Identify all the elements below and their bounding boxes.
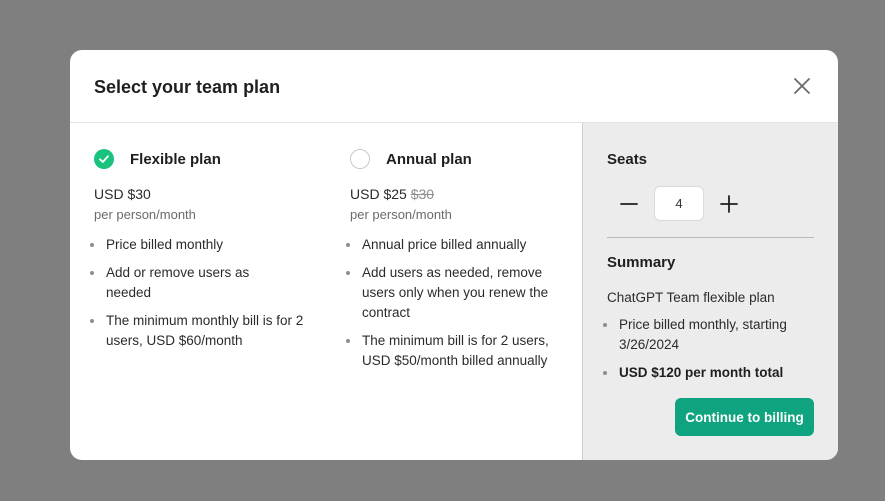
divider <box>607 237 814 238</box>
close-button[interactable] <box>790 74 814 98</box>
plan-feature-list: Price billed monthly Add or remove users… <box>90 235 314 359</box>
plan-options: Flexible plan USD $30 per person/month P… <box>70 123 582 460</box>
summary-total: USD $120 per month total <box>603 363 817 383</box>
feature-item: Add users as needed, remove users only w… <box>346 263 554 323</box>
seats-title: Seats <box>607 151 648 168</box>
feature-item: The minimum bill is for 2 users, USD $50… <box>346 331 560 371</box>
summary-list: Price billed monthly, starting 3/26/2024… <box>603 315 817 391</box>
plan-name: Annual plan <box>386 150 472 168</box>
plan-price-unit: per person/month <box>350 207 452 222</box>
feature-item: Add or remove users as needed <box>90 263 266 303</box>
plan-price-value: USD $25 <box>350 186 407 202</box>
flexible-plan-radio[interactable] <box>94 149 114 169</box>
annual-plan-radio[interactable] <box>350 149 370 169</box>
decrease-seats-button[interactable] <box>615 190 643 218</box>
seats-stepper <box>615 186 743 221</box>
team-plan-modal: Select your team plan Flexible plan USD … <box>70 50 838 460</box>
summary-title: Summary <box>607 254 676 271</box>
continue-to-billing-button[interactable]: Continue to billing <box>675 398 814 436</box>
summary-plan-name: ChatGPT Team flexible plan <box>607 290 775 305</box>
flexible-plan-radio-row[interactable]: Flexible plan <box>94 149 221 169</box>
feature-item: Annual price billed annually <box>346 235 558 255</box>
modal-header: Select your team plan <box>70 50 838 123</box>
plan-price-unit: per person/month <box>94 207 196 222</box>
modal-title: Select your team plan <box>94 77 281 97</box>
plus-icon <box>720 194 738 213</box>
plan-price: USD $25 $30 <box>350 186 434 202</box>
feature-item: Price billed monthly <box>90 235 314 255</box>
modal-body: Flexible plan USD $30 per person/month P… <box>70 123 838 460</box>
summary-item: Price billed monthly, starting 3/26/2024 <box>603 315 803 355</box>
annual-plan-radio-row[interactable]: Annual plan <box>350 149 472 169</box>
check-icon <box>99 155 109 163</box>
seats-input[interactable] <box>654 186 704 221</box>
plan-price: USD $30 <box>94 186 151 202</box>
plan-feature-list: Annual price billed annually Add users a… <box>346 235 560 379</box>
increase-seats-button[interactable] <box>715 190 743 218</box>
order-sidebar: Seats Summary ChatGPT Team flexible plan <box>582 123 838 460</box>
feature-item: The minimum monthly bill is for 2 users,… <box>90 311 314 351</box>
plan-name: Flexible plan <box>130 150 221 168</box>
minus-icon <box>620 202 638 205</box>
close-icon <box>794 78 810 94</box>
plan-price-original: $30 <box>410 186 435 202</box>
